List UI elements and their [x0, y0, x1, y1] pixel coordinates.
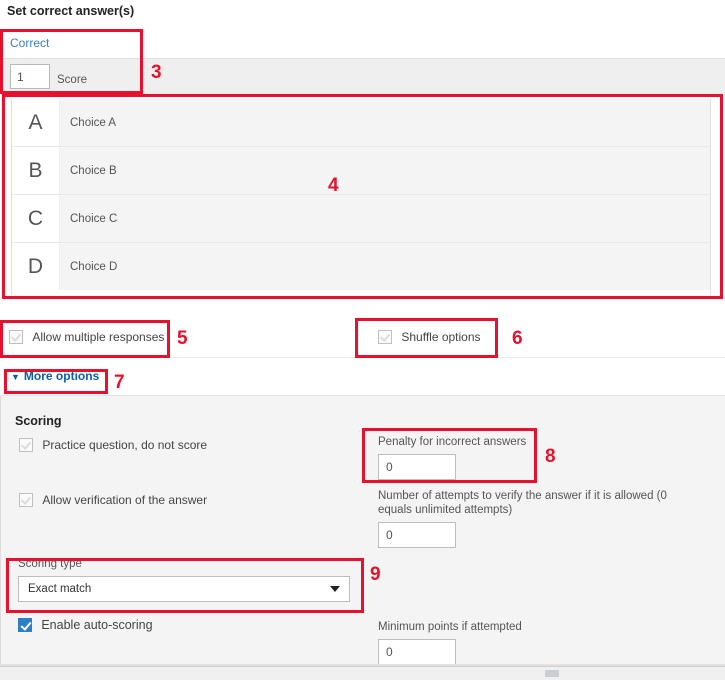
- score-row: Score: [0, 58, 725, 96]
- chevron-down-icon: ▼: [11, 372, 20, 382]
- penalty-input[interactable]: [378, 454, 456, 480]
- more-options-label: More options: [23, 369, 100, 383]
- horizontal-scrollbar[interactable]: [0, 666, 725, 680]
- shuffle-options-label: Shuffle options: [401, 329, 481, 344]
- choice-row[interactable]: A Choice A: [12, 99, 710, 147]
- tab-underline: [8, 30, 136, 32]
- minimum-points-input[interactable]: [378, 639, 456, 665]
- score-input[interactable]: [10, 64, 50, 89]
- choice-text[interactable]: Choice C: [60, 195, 710, 242]
- attempts-field-group: Number of attempts to verify the answer …: [378, 489, 688, 548]
- checkbox-box[interactable]: [9, 329, 23, 344]
- scoring-type-value: Exact match: [28, 583, 92, 595]
- enable-autoscoring-checkbox[interactable]: Enable auto-scoring: [18, 617, 153, 632]
- annotation-number-8: 8: [545, 446, 556, 467]
- scoring-type-label: Scoring type: [18, 558, 82, 570]
- choice-letter: D: [12, 243, 60, 290]
- choice-row[interactable]: B Choice B: [12, 147, 710, 195]
- choice-text[interactable]: Choice B: [60, 147, 710, 194]
- more-options-toggle[interactable]: ▼ More options: [11, 369, 99, 383]
- allow-multiple-responses-label: Allow multiple responses: [32, 329, 165, 344]
- score-label: Score: [57, 74, 88, 86]
- minimum-points-label: Minimum points if attempted: [378, 621, 522, 633]
- choice-letter: A: [12, 99, 60, 146]
- choice-letter: C: [12, 195, 60, 242]
- penalty-label: Penalty for incorrect answers: [378, 436, 527, 448]
- annotation-number-9: 9: [370, 564, 381, 585]
- tab-correct[interactable]: Correct: [10, 36, 49, 50]
- shuffle-options-checkbox[interactable]: Shuffle options: [378, 329, 481, 344]
- question-editor-panel: Set correct answer(s) Correct + Score A …: [0, 0, 725, 680]
- chevron-down-icon: [330, 586, 340, 592]
- practice-question-checkbox[interactable]: Practice question, do not score: [19, 437, 207, 452]
- choice-row[interactable]: D Choice D: [12, 243, 710, 290]
- choice-text[interactable]: Choice A: [60, 99, 710, 146]
- checkbox-box[interactable]: [18, 617, 32, 632]
- checkbox-box[interactable]: [378, 329, 392, 344]
- answer-tabs: Correct +: [0, 30, 725, 81]
- choice-text[interactable]: Choice D: [60, 243, 710, 290]
- scoring-panel: Scoring Practice question, do not score …: [0, 396, 725, 666]
- attempts-label: Number of attempts to verify the answer …: [378, 490, 667, 516]
- checkbox-box[interactable]: [19, 437, 33, 452]
- scoring-heading: Scoring: [15, 414, 62, 428]
- penalty-field-group: Penalty for incorrect answers: [378, 435, 526, 480]
- annotation-number-5: 5: [177, 328, 188, 349]
- option-toggles-row: Allow multiple responses Shuffle options: [0, 320, 725, 358]
- choice-letter: B: [12, 147, 60, 194]
- choices-list: A Choice A B Choice B C Choice C D Choic…: [0, 95, 725, 298]
- page-title: Set correct answer(s): [7, 4, 135, 18]
- more-options-row: ▼ More options: [0, 358, 725, 396]
- choice-row[interactable]: C Choice C: [12, 195, 710, 243]
- annotation-number-6: 6: [512, 328, 523, 349]
- scrollbar-thumb[interactable]: [545, 670, 559, 677]
- scoring-type-group: Scoring type Exact match: [18, 557, 350, 602]
- scoring-type-select[interactable]: Exact match: [18, 576, 350, 602]
- allow-verification-label: Allow verification of the answer: [42, 492, 208, 507]
- allow-verification-checkbox[interactable]: Allow verification of the answer: [19, 492, 207, 507]
- attempts-input[interactable]: [378, 522, 456, 548]
- allow-multiple-responses-checkbox[interactable]: Allow multiple responses: [9, 329, 164, 344]
- annotation-number-7: 7: [114, 372, 125, 393]
- checkbox-box[interactable]: [19, 492, 33, 507]
- practice-question-label: Practice question, do not score: [42, 437, 208, 452]
- annotation-number-3: 3: [151, 62, 162, 83]
- minimum-points-group: Minimum points if attempted: [378, 620, 522, 665]
- annotation-number-4: 4: [328, 175, 339, 196]
- enable-autoscoring-label: Enable auto-scoring: [41, 617, 153, 632]
